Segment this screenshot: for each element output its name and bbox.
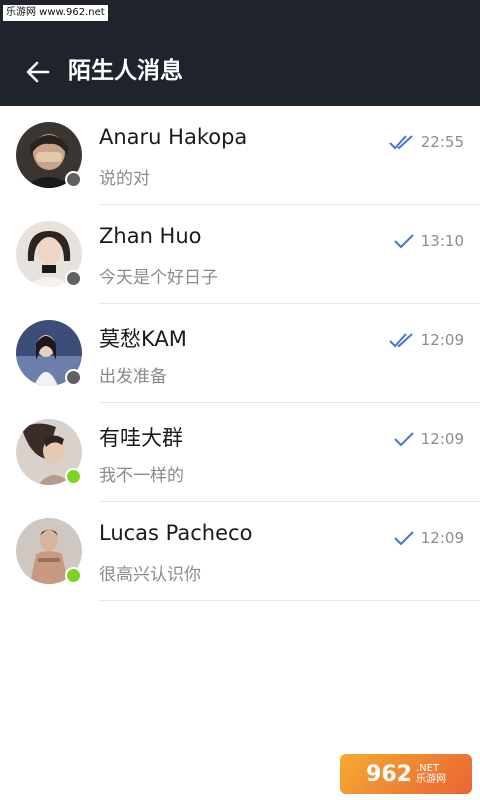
page-title: 陌生人消息 — [68, 58, 183, 84]
check-icon — [394, 234, 414, 249]
message-meta: 12:09 — [393, 428, 464, 450]
watermark-net: .NET — [415, 763, 440, 774]
message-preview: 出发准备 — [99, 367, 167, 387]
double-check-icon — [389, 135, 413, 150]
message-time: 12:09 — [420, 331, 464, 349]
presence-indicator — [65, 171, 82, 188]
presence-indicator — [65, 369, 82, 386]
contact-name: Zhan Huo — [99, 224, 202, 248]
app-header: 乐游网 www.962.net 陌生人消息 — [0, 0, 480, 106]
message-preview: 今天是个好日子 — [99, 268, 218, 288]
conversation-row[interactable]: Zhan Huo 今天是个好日子 13:10 — [0, 205, 480, 304]
check-icon — [394, 432, 414, 447]
conversation-row[interactable]: Anaru Hakopa 说的对 22:55 — [0, 106, 480, 205]
message-time: 22:55 — [420, 133, 464, 151]
watermark-top: 乐游网 www.962.net — [3, 5, 108, 21]
message-preview: 说的对 — [99, 169, 150, 189]
message-meta: 12:09 — [389, 329, 464, 351]
watermark-site: 乐游网 — [415, 774, 446, 785]
conversation-row[interactable]: Lucas Pacheco 很高兴认识你 12:09 — [0, 502, 480, 601]
presence-indicator — [65, 270, 82, 287]
conversation-row[interactable]: 莫愁KAM 出发准备 12:09 — [0, 304, 480, 403]
row-divider — [99, 600, 480, 601]
message-meta: 12:09 — [393, 527, 464, 549]
contact-name: Anaru Hakopa — [99, 125, 248, 149]
watermark-label: .NET 乐游网 — [416, 763, 446, 785]
watermark-logo: 962 .NET 乐游网 — [340, 754, 472, 794]
presence-indicator — [65, 567, 82, 584]
conversation-list: Anaru Hakopa 说的对 22:55 Zhan Huo 今天是个好日子 — [0, 106, 480, 601]
contact-name: 有哇大群 — [99, 426, 183, 450]
arrow-left-icon — [26, 61, 50, 83]
message-meta: 22:55 — [389, 131, 464, 153]
message-meta: 13:10 — [393, 230, 464, 252]
message-time: 12:09 — [420, 529, 464, 547]
presence-indicator — [65, 468, 82, 485]
message-preview: 很高兴认识你 — [99, 565, 201, 585]
back-button[interactable] — [18, 52, 58, 92]
message-preview: 我不一样的 — [99, 466, 184, 486]
message-time: 13:10 — [420, 232, 464, 250]
watermark-number: 962 — [366, 761, 412, 787]
contact-name: Lucas Pacheco — [99, 521, 253, 545]
conversation-row[interactable]: 有哇大群 我不一样的 12:09 — [0, 403, 480, 502]
message-time: 12:09 — [420, 430, 464, 448]
check-icon — [394, 531, 414, 546]
contact-name: 莫愁KAM — [99, 327, 187, 351]
double-check-icon — [389, 333, 413, 348]
